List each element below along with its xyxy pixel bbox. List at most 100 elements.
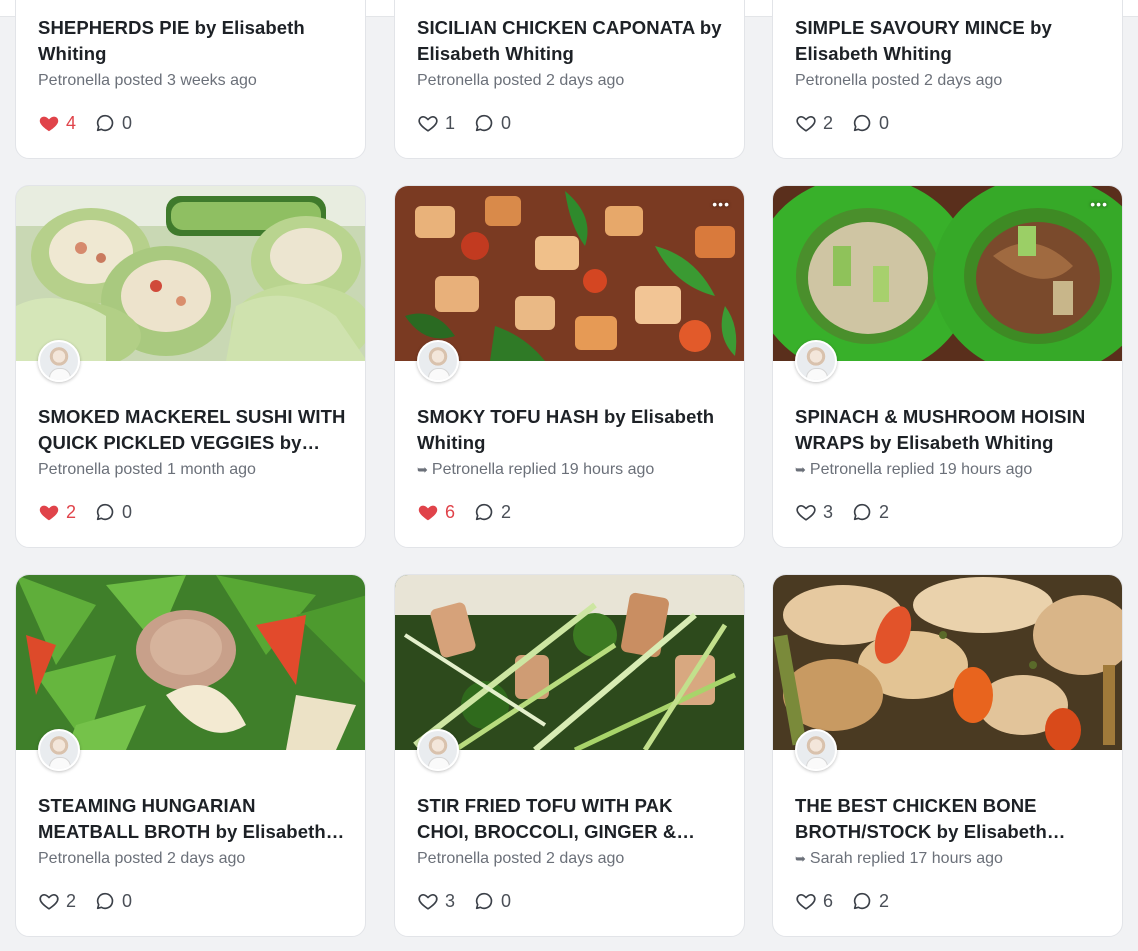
comment-button[interactable]: 0	[851, 112, 889, 134]
meatball-broth-image[interactable]	[16, 575, 365, 750]
avatar[interactable]	[795, 340, 837, 382]
post-card[interactable]: ••• SPINACH & MUSHROOM HOISIN WRAPS by E…	[772, 185, 1123, 548]
comment-button[interactable]: 0	[94, 890, 132, 912]
stir-fried-tofu-image[interactable]	[395, 575, 744, 750]
comment-bubble-icon	[853, 892, 871, 910]
post-meta: Petronella posted 1 month ago	[38, 461, 256, 478]
post-card[interactable]: ••• SMOKY TOFU HASH by Elisabeth Whiting…	[394, 185, 745, 548]
comment-button[interactable]: 0	[473, 112, 511, 134]
like-count: 6	[445, 501, 456, 522]
comment-bubble-icon	[96, 503, 114, 521]
comment-count: 0	[122, 112, 133, 133]
like-count: 3	[823, 501, 834, 522]
reply-arrow-icon: ➥	[795, 851, 806, 866]
post-stats: 1 0	[417, 112, 726, 134]
reply-arrow-icon: ➥	[795, 462, 806, 477]
post-meta: Petronella posted 2 days ago	[795, 72, 1003, 89]
comment-count: 0	[501, 112, 512, 133]
like-button[interactable]: 3	[795, 501, 833, 523]
comment-bubble-icon	[475, 503, 493, 521]
avatar[interactable]	[795, 729, 837, 771]
comment-button[interactable]: 0	[94, 112, 132, 134]
tofu-hash-image[interactable]: •••	[395, 186, 744, 361]
comment-button[interactable]: 0	[94, 501, 132, 523]
like-button[interactable]: 1	[417, 112, 455, 134]
post-card[interactable]: STIR FRIED TOFU WITH PAK CHOI, BROCCOLI,…	[394, 574, 745, 937]
like-button[interactable]: 4	[38, 112, 76, 134]
like-count: 3	[445, 890, 456, 911]
post-title[interactable]: SMOKED MACKEREL SUSHI WITH QUICK PICKLED…	[38, 404, 347, 456]
like-button[interactable]: 2	[38, 501, 76, 523]
comment-bubble-icon	[475, 114, 493, 132]
comment-count: 2	[879, 890, 890, 911]
comment-count: 0	[122, 890, 133, 911]
post-card[interactable]: STEAMING HUNGARIAN MEATBALL BROTH by Eli…	[15, 574, 366, 937]
like-count: 2	[66, 890, 77, 911]
post-stats: 2 0	[795, 112, 1104, 134]
like-button[interactable]: 2	[38, 890, 76, 912]
like-count: 2	[823, 112, 834, 133]
post-card[interactable]: SIMPLE SAVOURY MINCE by Elisabeth Whitin…	[772, 0, 1123, 159]
avatar[interactable]	[38, 340, 80, 382]
post-title[interactable]: SHEPHERDS PIE by Elisabeth Whiting	[38, 15, 347, 67]
like-button[interactable]: 6	[417, 501, 455, 523]
comment-button[interactable]: 0	[473, 890, 511, 912]
post-title[interactable]: SIMPLE SAVOURY MINCE by Elisabeth Whitin…	[795, 15, 1104, 67]
post-title[interactable]: SPINACH & MUSHROOM HOISIN WRAPS by Elisa…	[795, 404, 1104, 456]
post-meta: Petronella posted 2 days ago	[417, 850, 625, 867]
avatar[interactable]	[38, 729, 80, 771]
post-card[interactable]: SICILIAN CHICKEN CAPONATA by Elisabeth W…	[394, 0, 745, 159]
post-meta: Petronella posted 2 days ago	[38, 850, 246, 867]
post-title[interactable]: STEAMING HUNGARIAN MEATBALL BROTH by Eli…	[38, 793, 347, 845]
comment-bubble-icon	[96, 114, 114, 132]
post-card[interactable]: THE BEST CHICKEN BONE BROTH/STOCK by Eli…	[772, 574, 1123, 937]
heart-icon	[796, 115, 816, 132]
post-meta: Petronella posted 2 days ago	[417, 72, 625, 89]
comment-bubble-icon	[96, 892, 114, 910]
post-title[interactable]: THE BEST CHICKEN BONE BROTH/STOCK by Eli…	[795, 793, 1104, 845]
avatar[interactable]	[417, 340, 459, 382]
chicken-bone-broth-image[interactable]	[773, 575, 1122, 750]
spinach-wraps-image[interactable]: •••	[773, 186, 1122, 361]
post-title[interactable]: SICILIAN CHICKEN CAPONATA by Elisabeth W…	[417, 15, 726, 67]
like-button[interactable]: 6	[795, 890, 833, 912]
heart-icon	[39, 893, 59, 910]
avatar[interactable]	[417, 729, 459, 771]
post-stats: 4 0	[38, 112, 347, 134]
post-stats: 3 0	[417, 890, 726, 912]
comment-count: 0	[122, 501, 133, 522]
post-stats: 2 0	[38, 890, 347, 912]
post-stats: 6 2	[417, 501, 726, 523]
comment-count: 0	[501, 890, 512, 911]
heart-icon	[796, 893, 816, 910]
comment-count: 2	[879, 501, 890, 522]
like-button[interactable]: 2	[795, 112, 833, 134]
heart-icon	[418, 115, 438, 132]
heart-icon	[39, 505, 59, 521]
post-stats: 2 0	[38, 501, 347, 523]
post-title[interactable]: STIR FRIED TOFU WITH PAK CHOI, BROCCOLI,…	[417, 793, 726, 845]
more-dots-icon[interactable]: •••	[712, 196, 730, 212]
cucumber-sushi-rolls-image[interactable]	[16, 186, 365, 361]
comment-button[interactable]: 2	[851, 501, 889, 523]
like-count: 4	[66, 112, 77, 133]
post-meta: ➥ Sarah replied 17 hours ago	[795, 850, 1003, 867]
post-stats: 6 2	[795, 890, 1104, 912]
heart-icon	[418, 505, 438, 521]
like-count: 1	[445, 112, 456, 133]
comment-button[interactable]: 2	[473, 501, 511, 523]
post-meta: ➥ Petronella replied 19 hours ago	[795, 461, 1033, 478]
post-title[interactable]: SMOKY TOFU HASH by Elisabeth Whiting	[417, 404, 726, 456]
like-count: 2	[66, 501, 77, 522]
comment-bubble-icon	[475, 892, 493, 910]
comment-button[interactable]: 2	[851, 890, 889, 912]
post-card[interactable]: SHEPHERDS PIE by Elisabeth Whiting Petro…	[15, 0, 366, 159]
like-button[interactable]: 3	[417, 890, 455, 912]
heart-icon	[39, 116, 59, 132]
more-dots-icon[interactable]: •••	[1090, 196, 1108, 212]
post-meta: ➥ Petronella replied 19 hours ago	[417, 461, 655, 478]
post-stats: 3 2	[795, 501, 1104, 523]
like-count: 6	[823, 890, 834, 911]
post-card[interactable]: SMOKED MACKEREL SUSHI WITH QUICK PICKLED…	[15, 185, 366, 548]
reply-arrow-icon: ➥	[417, 462, 428, 477]
